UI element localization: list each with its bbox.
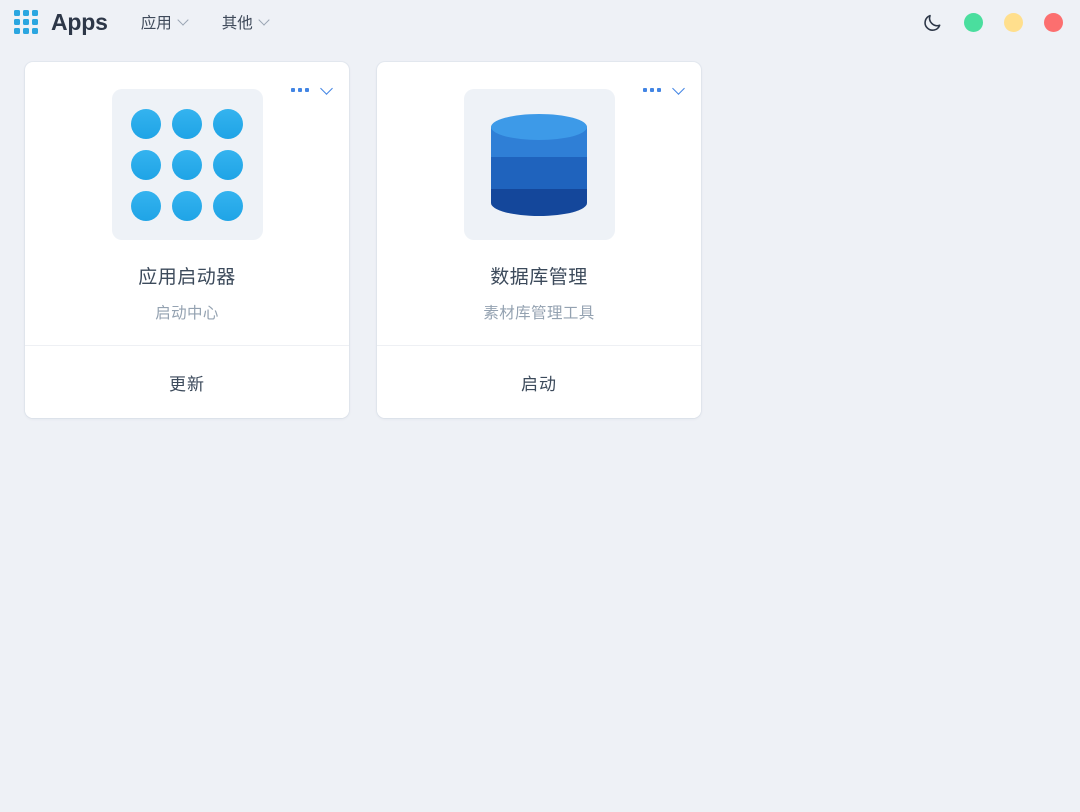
logo-dot [14, 10, 20, 16]
grid-circle [172, 108, 202, 139]
app-grid-icon[interactable] [14, 10, 38, 34]
chevron-down-icon[interactable] [672, 83, 686, 97]
nav-item-label: 应用 [140, 15, 172, 32]
main-content: 应用启动器 启动中心 更新 数据库管理 素材库管理工具 启动 [0, 44, 1080, 418]
app-icon-tile [463, 89, 615, 240]
launch-button[interactable]: 启动 [377, 345, 701, 418]
logo-dot [14, 28, 20, 34]
logo-dot [23, 19, 29, 25]
ellipsis-dot [291, 88, 295, 92]
close-dot[interactable] [1044, 12, 1063, 32]
chevron-down-icon [260, 16, 269, 25]
ellipsis-dot [650, 88, 654, 92]
brand: Apps [14, 10, 108, 34]
grid-circle [172, 190, 202, 221]
ellipsis-icon[interactable] [643, 86, 661, 94]
grid-circle [131, 108, 161, 139]
update-button[interactable]: 更新 [25, 345, 349, 418]
main-nav: 应用 其他 [141, 11, 269, 33]
app-card-grid: 应用启动器 启动中心 更新 数据库管理 素材库管理工具 启动 [25, 62, 1080, 418]
card-actions [643, 83, 686, 97]
logo-dot [14, 19, 20, 25]
ellipsis-dot [657, 88, 661, 92]
app-card-launcher[interactable]: 应用启动器 启动中心 更新 [25, 62, 349, 418]
moon-icon[interactable] [921, 11, 943, 33]
nav-item-label: 其他 [221, 15, 253, 32]
ellipsis-dot [298, 88, 302, 92]
card-title: 应用启动器 [138, 267, 236, 288]
grid-circle [213, 149, 243, 180]
nav-item-apps[interactable]: 应用 [141, 11, 188, 33]
database-icon [491, 113, 587, 216]
app-card-database[interactable]: 数据库管理 素材库管理工具 启动 [377, 62, 701, 418]
card-title: 数据库管理 [490, 267, 588, 288]
logo-dot [32, 10, 38, 16]
card-body: 数据库管理 素材库管理工具 [377, 62, 701, 345]
maximize-dot[interactable] [1004, 12, 1023, 32]
launch-button-label: 启动 [521, 374, 557, 394]
chevron-down-icon [179, 16, 188, 25]
app-header: Apps 应用 其他 [0, 0, 1080, 44]
ellipsis-dot [643, 88, 647, 92]
app-icon-tile [111, 89, 263, 240]
card-subtitle: 启动中心 [155, 305, 219, 322]
logo-dot [32, 19, 38, 25]
grid-circle [213, 190, 243, 221]
logo-dot [32, 28, 38, 34]
logo-dot [23, 28, 29, 34]
nav-item-other[interactable]: 其他 [222, 11, 269, 33]
app-grid-icon [131, 108, 243, 221]
chevron-down-icon[interactable] [320, 83, 334, 97]
grid-circle [131, 149, 161, 180]
logo-dot [23, 10, 29, 16]
grid-circle [213, 108, 243, 139]
grid-circle [172, 149, 202, 180]
card-subtitle: 素材库管理工具 [483, 305, 595, 322]
ellipsis-dot [305, 88, 309, 92]
grid-circle [131, 190, 161, 221]
card-body: 应用启动器 启动中心 [25, 62, 349, 345]
card-actions [291, 83, 334, 97]
header-controls [921, 11, 1063, 33]
minimize-dot[interactable] [964, 12, 983, 32]
update-button-label: 更新 [169, 374, 205, 394]
ellipsis-icon[interactable] [291, 86, 309, 94]
brand-title: Apps [51, 8, 108, 35]
